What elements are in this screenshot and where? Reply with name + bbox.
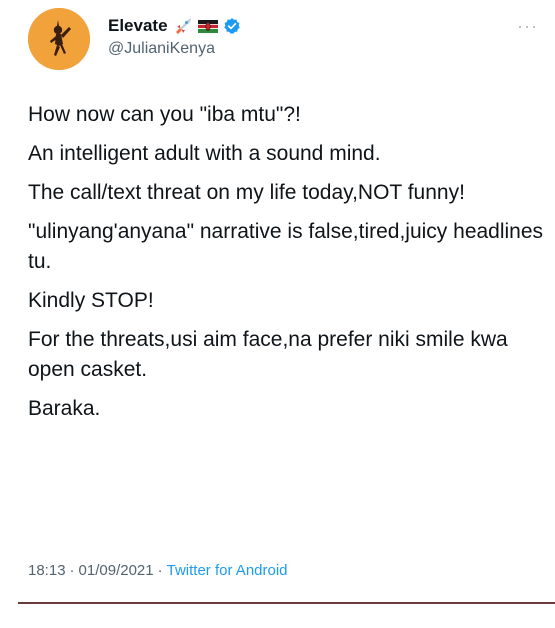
- kenya-flag-icon: [197, 17, 218, 35]
- tweet-meta: 18:13 · 01/09/2021 · Twitter for Android: [28, 562, 288, 579]
- tweet-line: Kindly STOP!: [28, 289, 154, 312]
- more-options-icon[interactable]: ···: [517, 16, 538, 37]
- user-names: Elevate @JulianiKenya: [108, 14, 241, 58]
- tweet-line: "ulinyang'anyana" narrative is false,tir…: [28, 220, 544, 273]
- tweet-line: Baraka.: [28, 397, 101, 420]
- handle[interactable]: @JulianiKenya: [108, 40, 241, 58]
- meta-separator: ·: [69, 562, 75, 579]
- verified-badge-icon: [223, 17, 241, 35]
- avatar[interactable]: [28, 8, 90, 70]
- tweet-time[interactable]: 18:13: [28, 562, 66, 579]
- tweet-source-link[interactable]: Twitter for Android: [167, 562, 288, 579]
- tweet-line: For the threats,usi aim face,na prefer n…: [28, 328, 508, 381]
- meta-separator: ·: [157, 562, 163, 579]
- tweet-header: Elevate @JulianiKenya ···: [28, 8, 548, 72]
- tweet-line: The call/text threat on my life today,NO…: [28, 181, 465, 204]
- tweet-text: How now can you "iba mtu"?! An intellige…: [28, 100, 548, 433]
- display-name[interactable]: Elevate: [108, 16, 168, 36]
- divider: [18, 602, 555, 604]
- tweet-date[interactable]: 01/09/2021: [79, 562, 154, 579]
- rocket-icon: [173, 17, 193, 35]
- tweet-line: How now can you "iba mtu"?!: [28, 103, 301, 126]
- avatar-silhouette-icon: [28, 8, 90, 70]
- name-row: Elevate: [108, 14, 241, 38]
- tweet-card: Elevate @JulianiKenya ··· How now can yo…: [0, 0, 555, 628]
- tweet-line: An intelligent adult with a sound mind.: [28, 142, 381, 165]
